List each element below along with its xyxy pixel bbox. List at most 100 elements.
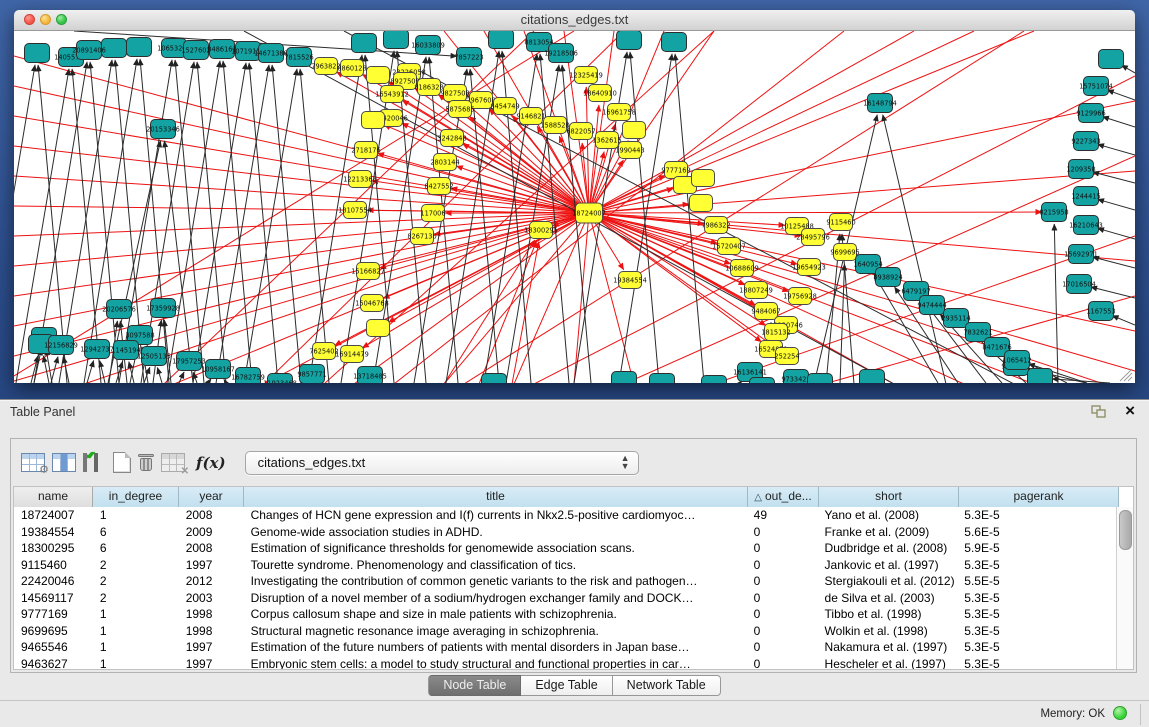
graph-node[interactable]: 18640910 — [583, 85, 617, 102]
delete-table-button[interactable]: ✕ — [161, 448, 185, 478]
graph-node[interactable]: 2718176 — [351, 142, 380, 159]
graph-node[interactable]: 9827508 — [440, 85, 469, 102]
graph-node[interactable] — [489, 31, 514, 49]
new-column-button[interactable] — [113, 448, 131, 478]
table-row[interactable]: 2242004622012Investigating the contribut… — [14, 573, 1117, 590]
graph-node[interactable] — [860, 370, 885, 384]
graph-node[interactable]: 8427552 — [424, 178, 453, 195]
graph-node[interactable] — [384, 31, 409, 49]
graph-node[interactable] — [367, 67, 390, 84]
tab-node-table[interactable]: Node Table — [428, 675, 521, 696]
graph-node[interactable] — [367, 320, 390, 337]
table-row[interactable]: 946554611997Estimation of the future num… — [14, 639, 1117, 656]
window-titlebar[interactable]: citations_edges.txt — [14, 10, 1135, 31]
column-header-out_de[interactable]: △out_de... — [748, 487, 819, 507]
table-vertical-scrollbar[interactable] — [1116, 507, 1133, 669]
graph-node[interactable]: 18107554 — [338, 202, 372, 219]
graph-node[interactable]: 15751074 — [1079, 77, 1113, 96]
graph-node[interactable] — [127, 38, 152, 57]
graph-node[interactable]: 1244415 — [1071, 187, 1100, 206]
table-row[interactable]: 1872400712008Changes of HCN gene express… — [14, 507, 1117, 524]
column-header-pagerank[interactable]: pagerank — [959, 487, 1119, 507]
graph-node[interactable]: 15692971 — [1064, 245, 1098, 264]
table-row[interactable]: 977716911998Corpus callosum shape and si… — [14, 606, 1117, 623]
graph-node[interactable]: 8860128 — [337, 60, 366, 77]
table-row[interactable]: 946362711997Embryonic stem cells: a mode… — [14, 656, 1117, 670]
graph-node[interactable]: 20153346 — [146, 120, 180, 139]
graph-node[interactable] — [702, 376, 727, 384]
graph-node[interactable]: 11923468 — [263, 374, 297, 384]
graph-node[interactable] — [1099, 50, 1124, 69]
graph-node[interactable]: 9115460 — [826, 214, 855, 231]
graph-node[interactable]: 2803144 — [430, 154, 459, 171]
graph-node[interactable]: 1209358 — [1066, 160, 1095, 179]
graph-node[interactable] — [623, 122, 646, 139]
graph-node[interactable]: 7963822 — [311, 58, 340, 75]
graph-node[interactable]: 10958167 — [201, 360, 235, 379]
graph-node[interactable]: 7857223 — [454, 48, 483, 67]
tab-edge-table[interactable]: Edge Table — [521, 675, 612, 696]
graph-node[interactable]: 7815526 — [284, 48, 313, 67]
graph-node[interactable]: 12156829 — [44, 336, 78, 355]
graph-node[interactable]: 1815132 — [761, 324, 790, 341]
graph-node[interactable] — [808, 374, 833, 384]
graph-node[interactable]: 9857771 — [297, 365, 326, 384]
graph-node[interactable] — [692, 170, 715, 187]
graph-node[interactable]: 5875685 — [445, 101, 474, 118]
table-row[interactable]: 911546021997Tourette syndrome. Phenomeno… — [14, 557, 1117, 574]
graph-node[interactable]: 6822057 — [566, 123, 595, 140]
table-row[interactable]: 1938455462009Genome-wide association stu… — [14, 524, 1117, 541]
graph-node[interactable]: 117006 — [420, 205, 445, 222]
show-column-button[interactable] — [52, 448, 76, 478]
graph-node[interactable]: 1588520 — [540, 117, 569, 134]
table-row[interactable]: 1830029562008Estimation of significance … — [14, 540, 1117, 557]
column-header-name[interactable]: name — [14, 487, 93, 507]
graph-node[interactable] — [362, 112, 385, 129]
close-panel-icon[interactable]: × — [1125, 401, 1135, 421]
column-header-year[interactable]: year — [179, 487, 244, 507]
graph-node[interactable]: 8215958 — [1039, 203, 1068, 222]
graph-node[interactable] — [750, 378, 775, 384]
tab-network-table[interactable]: Network Table — [613, 675, 721, 696]
graph-node[interactable] — [662, 33, 687, 52]
table-row[interactable]: 969969511998Structural magnetic resonanc… — [14, 623, 1117, 640]
graph-node[interactable]: 1167553 — [1086, 302, 1115, 321]
graph-node[interactable]: 9474444 — [917, 296, 946, 315]
graph-node[interactable]: 16148794 — [863, 94, 897, 113]
graph-node[interactable]: 9733426 — [781, 370, 810, 384]
graph-node[interactable]: 8186328 — [414, 79, 443, 96]
table-selector-dropdown[interactable]: citations_edges.txt ▲▼ — [245, 451, 639, 475]
graph-node[interactable]: 8454749 — [490, 98, 519, 115]
graph-node[interactable]: 20891406 — [72, 41, 106, 60]
graph-node[interactable]: 252254 — [774, 348, 799, 365]
canvas-resize-grip-icon[interactable] — [1120, 369, 1132, 381]
delete-column-button[interactable] — [138, 448, 154, 478]
graph-node[interactable]: 9777169 — [661, 162, 690, 179]
graph-node[interactable] — [482, 374, 507, 384]
graph-node[interactable] — [612, 372, 637, 384]
function-builder-button[interactable]: f(x) — [192, 448, 232, 478]
checklist-button[interactable]: ✔✔ — [83, 448, 87, 478]
graph-node[interactable] — [690, 195, 713, 212]
graph-node[interactable]: 1527602 — [181, 41, 210, 60]
graph-node[interactable] — [25, 44, 50, 63]
graph-node[interactable]: 16033809 — [411, 36, 445, 55]
graph-node[interactable]: 1990443 — [615, 142, 644, 159]
graph-node[interactable]: 14671388 — [254, 44, 288, 63]
graph-node[interactable] — [1028, 369, 1053, 384]
graph-node[interactable]: 18724007 — [572, 203, 606, 223]
graph-node[interactable]: 17016504 — [1062, 275, 1096, 294]
graph-node[interactable]: 19218506 — [544, 44, 578, 63]
graph-node[interactable]: 1065412 — [1002, 351, 1031, 370]
graph-node[interactable] — [352, 34, 377, 53]
float-panel-icon[interactable] — [1091, 405, 1107, 419]
graph-node[interactable]: 20206576 — [102, 300, 136, 319]
column-header-short[interactable]: short — [819, 487, 959, 507]
graph-node[interactable]: 8938924 — [873, 268, 902, 287]
column-header-in_degree[interactable]: in_degree — [93, 487, 179, 507]
graph-node[interactable]: 10688609 — [725, 260, 759, 277]
graph-node[interactable]: 12942737 — [80, 340, 114, 359]
scrollbar-thumb[interactable] — [1119, 510, 1132, 550]
graph-node[interactable] — [617, 31, 642, 50]
graph-node[interactable]: 17359928 — [146, 299, 180, 318]
